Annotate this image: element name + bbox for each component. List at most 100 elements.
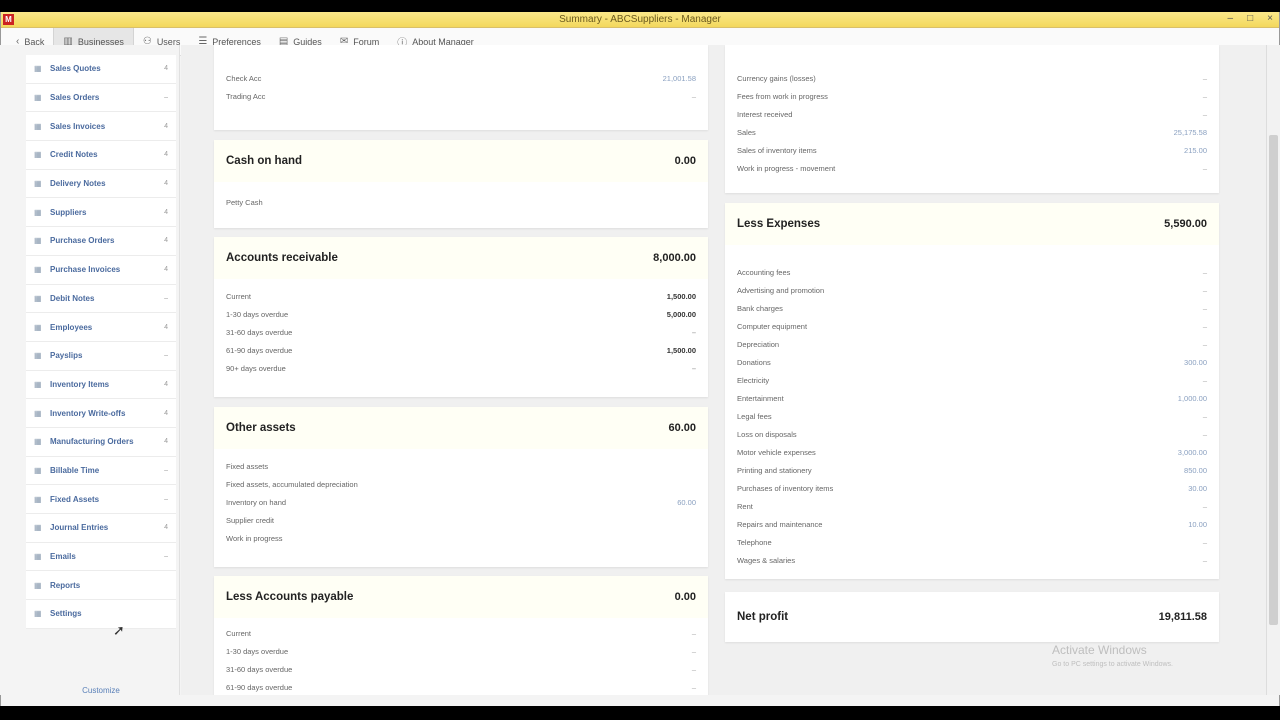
account-name[interactable]: Fees from work in progress: [737, 92, 828, 101]
account-name[interactable]: Inventory on hand: [226, 498, 286, 507]
sidebar-tab[interactable]: ▦ Fixed Assets –: [26, 485, 176, 514]
account-name[interactable]: Printing and stationery: [737, 466, 812, 475]
account-amount[interactable]: 21,001.58: [663, 74, 696, 83]
account-name[interactable]: Entertainment: [737, 394, 784, 403]
sidebar-tab[interactable]: ▦ Settings: [26, 600, 176, 629]
account-line: Inventory on hand 60.00: [214, 493, 708, 511]
account-amount: –: [691, 363, 696, 373]
account-amount[interactable]: 1,500.00: [667, 346, 696, 355]
sidebar-tab[interactable]: ▦ Reports: [26, 571, 176, 601]
account-name[interactable]: Wages & salaries: [737, 556, 795, 565]
account-name[interactable]: Accounting fees: [737, 268, 790, 277]
account-name[interactable]: Advertising and promotion: [737, 286, 824, 295]
sidebar-tab[interactable]: ▦ Billable Time –: [26, 456, 176, 486]
account-name[interactable]: 31-60 days overdue: [226, 328, 292, 337]
account-amount[interactable]: 30.00: [1188, 484, 1207, 493]
close-button[interactable]: ×: [1267, 13, 1273, 24]
account-name[interactable]: Bank charges: [737, 304, 783, 313]
account-name[interactable]: Legal fees: [737, 412, 772, 421]
tab-icon: ▦: [34, 609, 42, 619]
account-amount[interactable]: 1,000.00: [1178, 394, 1207, 403]
account-amount: –: [691, 646, 696, 656]
cash-on-hand-panel: Cash on hand 0.00 Petty Cash: [214, 140, 708, 228]
sidebar-tab[interactable]: ▦ Emails –: [26, 542, 176, 572]
sidebar-tab[interactable]: ▦ Sales Quotes 4: [26, 55, 176, 84]
tab-label: Credit Notes: [50, 150, 98, 160]
account-name[interactable]: Work in progress: [226, 534, 283, 543]
sidebar-tab[interactable]: ▦ Purchase Invoices 4: [26, 255, 176, 285]
sidebar-tab[interactable]: ▦ Debit Notes –: [26, 284, 176, 314]
account-name[interactable]: Currency gains (losses): [737, 74, 816, 83]
receivable-title[interactable]: Accounts receivable: [226, 252, 338, 264]
tab-icon: ▦: [34, 379, 42, 389]
scrollbar-thumb[interactable]: [1269, 135, 1278, 625]
account-name[interactable]: Rent: [737, 502, 753, 511]
account-name[interactable]: Motor vehicle expenses: [737, 448, 816, 457]
account-line: Current 1,500.00: [214, 287, 708, 305]
account-name[interactable]: Purchases of inventory items: [737, 484, 833, 493]
account-amount[interactable]: 1,500.00: [667, 292, 696, 301]
account-name[interactable]: Interest received: [737, 110, 792, 119]
sidebar-tab[interactable]: ▦ Sales Invoices 4: [26, 112, 176, 142]
account-amount[interactable]: 300.00: [1184, 358, 1207, 367]
account-name[interactable]: Fixed assets: [226, 462, 268, 471]
account-name[interactable]: Electricity: [737, 376, 769, 385]
sidebar-tab[interactable]: ▦ Suppliers 4: [26, 198, 176, 228]
account-amount[interactable]: 60.00: [677, 498, 696, 507]
account-name[interactable]: 61-90 days overdue: [226, 683, 292, 692]
account-name[interactable]: 1-30 days overdue: [226, 647, 288, 656]
account-name[interactable]: Petty Cash: [226, 198, 263, 207]
maximize-button[interactable]: □: [1247, 13, 1253, 24]
minimize-button[interactable]: –: [1228, 13, 1234, 24]
sidebar-tab[interactable]: ▦ Payslips –: [26, 341, 176, 371]
other-assets-panel: Other assets 60.00 Fixed assets Fixed ass…: [214, 407, 708, 567]
account-name[interactable]: 31-60 days overdue: [226, 665, 292, 674]
tab-label: Purchase Orders: [50, 236, 115, 246]
sidebar-tab[interactable]: ▦ Employees 4: [26, 313, 176, 342]
account-name[interactable]: 61-90 days overdue: [226, 346, 292, 355]
account-name[interactable]: 1-30 days overdue: [226, 310, 288, 319]
sidebar-tab[interactable]: ▦ Delivery Notes 4: [26, 169, 176, 199]
sidebar-tab[interactable]: ▦ Inventory Write-offs 4: [26, 399, 176, 428]
sidebar-tab[interactable]: ▦ Journal Entries 4: [26, 514, 176, 543]
sidebar-tab[interactable]: ▦ Sales Orders –: [26, 83, 176, 113]
account-name[interactable]: Current: [226, 629, 251, 638]
account-name[interactable]: 90+ days overdue: [226, 364, 286, 373]
account-amount[interactable]: 5,000.00: [667, 310, 696, 319]
sidebar-tab[interactable]: ▦ Manufacturing Orders 4: [26, 427, 176, 457]
sidebar-tab[interactable]: ▦ Credit Notes 4: [26, 141, 176, 170]
account-name[interactable]: Trading Acc: [226, 92, 265, 101]
account-amount[interactable]: 25,175.58: [1174, 128, 1207, 137]
tab-label: Manufacturing Orders: [50, 437, 134, 447]
account-name[interactable]: Supplier credit: [226, 516, 274, 525]
account-amount[interactable]: 10.00: [1188, 520, 1207, 529]
account-name[interactable]: Fixed assets, accumulated depreciation: [226, 480, 358, 489]
account-amount[interactable]: 215.00: [1184, 146, 1207, 155]
sidebar-tab[interactable]: ▦ Inventory Items 4: [26, 370, 176, 400]
account-line: Depreciation –: [725, 335, 1219, 353]
account-amount[interactable]: 3,000.00: [1178, 448, 1207, 457]
account-name[interactable]: Telephone: [737, 538, 772, 547]
account-line: Purchases of inventory items 30.00: [725, 479, 1219, 497]
payable-title[interactable]: Less Accounts payable: [226, 591, 353, 603]
account-name[interactable]: Sales of inventory items: [737, 146, 817, 155]
account-name[interactable]: Depreciation: [737, 340, 779, 349]
sidebar-tab[interactable]: ▦ Purchase Orders 4: [26, 227, 176, 256]
tab-count-badge: –: [164, 94, 168, 102]
account-line: Sales 25,175.58: [725, 123, 1219, 141]
account-name[interactable]: Sales: [737, 128, 756, 137]
account-name[interactable]: Computer equipment: [737, 322, 807, 331]
account-name[interactable]: Loss on disposals: [737, 430, 797, 439]
account-name[interactable]: Work in progress - movement: [737, 164, 835, 173]
account-line: Work in progress: [214, 529, 708, 547]
account-name[interactable]: Repairs and maintenance: [737, 520, 822, 529]
account-line: Wages & salaries –: [725, 551, 1219, 569]
tab-icon: ▦: [34, 93, 42, 103]
account-name[interactable]: Check Acc: [226, 74, 261, 83]
vertical-scrollbar[interactable]: [1266, 45, 1280, 695]
expenses-title[interactable]: Less Expenses: [737, 218, 820, 230]
customize-link[interactable]: Customize: [26, 686, 176, 695]
account-name[interactable]: Donations: [737, 358, 771, 367]
account-name[interactable]: Current: [226, 292, 251, 301]
account-amount[interactable]: 850.00: [1184, 466, 1207, 475]
